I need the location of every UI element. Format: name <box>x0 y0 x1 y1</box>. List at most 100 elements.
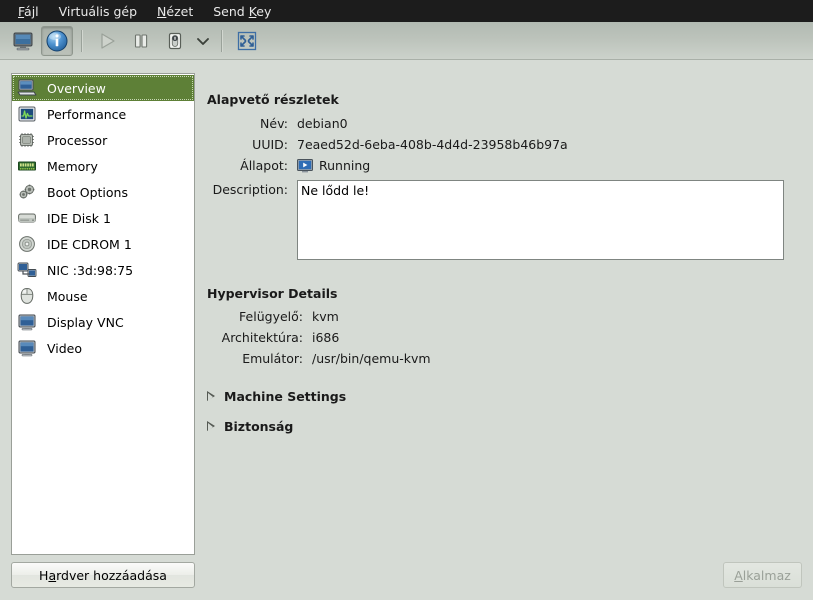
sidebar-item-label: Video <box>47 340 83 356</box>
description-input[interactable] <box>297 180 784 260</box>
state-value-container: Running <box>297 158 370 173</box>
harddisk-icon <box>16 208 38 228</box>
expander-biztonsag[interactable]: Biztonság <box>207 419 813 434</box>
show-console-button[interactable] <box>7 26 39 56</box>
main-content: Overview Performance Processor Memory Bo… <box>0 61 813 600</box>
chevron-right-icon <box>207 421 215 432</box>
emulator-row: Emulátor: /usr/bin/qemu-kvm <box>207 351 813 366</box>
menu-item-view[interactable]: Nézet <box>147 2 203 21</box>
expander-label: Machine Settings <box>224 389 347 404</box>
sidebar-item-nic[interactable]: NIC :3d:98:75 <box>12 257 194 283</box>
sidebar-item-label: Performance <box>47 106 127 122</box>
chevron-right-icon <box>207 391 215 402</box>
uuid-row: UUID: 7eaed52d-6eba-408b-4d4d-23958b46b9… <box>207 137 813 152</box>
name-label: Név: <box>260 116 288 131</box>
apply-label-mnemonic: A <box>734 567 743 583</box>
sidebar-item-memory[interactable]: Memory <box>12 153 194 179</box>
sidebar-item-performance[interactable]: Performance <box>12 101 194 127</box>
sidebar-item-label: Display VNC <box>47 314 124 330</box>
architecture-row: Architektúra: i686 <box>207 330 813 345</box>
menu-label-pre: Send <box>213 3 249 19</box>
hardware-list: Overview Performance Processor Memory Bo… <box>12 74 194 361</box>
menu-label-mnemonic: N <box>157 3 167 19</box>
mouse-icon <box>16 286 38 306</box>
menu-item-virtual-machine[interactable]: Virtuális gép <box>49 2 147 21</box>
sidebar-item-label: IDE Disk 1 <box>47 210 111 226</box>
state-label: Állapot: <box>240 158 288 173</box>
computer-icon <box>16 78 38 98</box>
power-switch-icon <box>168 32 182 49</box>
expander-label: Biztonság <box>224 419 294 434</box>
shutdown-button[interactable] <box>159 26 191 56</box>
emulator-value: /usr/bin/qemu-kvm <box>312 351 431 366</box>
expander-machine-settings[interactable]: Machine Settings <box>207 389 813 404</box>
sidebar-item-label: Boot Options <box>47 184 128 200</box>
sidebar-item-display-vnc[interactable]: Display VNC <box>12 309 194 335</box>
sidebar-item-ide-disk-1[interactable]: IDE Disk 1 <box>12 205 194 231</box>
network-icon <box>16 260 38 280</box>
menu-item-send-key[interactable]: Send Key <box>203 2 281 21</box>
sidebar-item-mouse[interactable]: Mouse <box>12 283 194 309</box>
hypervisor-value: kvm <box>312 309 339 324</box>
state-row: Állapot: Running <box>207 158 813 173</box>
name-row: Név: debian0 <box>207 116 813 131</box>
info-icon <box>46 30 68 51</box>
shutdown-menu-button[interactable] <box>192 26 214 56</box>
add-hardware-label-mnemonic: a <box>48 567 57 583</box>
sidebar-item-label: Mouse <box>47 288 88 304</box>
sidebar-item-label: Overview <box>47 80 106 96</box>
toolbar-separator-1 <box>81 29 83 52</box>
sidebar-item-label: Memory <box>47 158 98 174</box>
gears-icon <box>16 182 38 202</box>
sidebar-item-label: IDE CDROM 1 <box>47 236 132 252</box>
chevron-down-icon <box>197 37 209 45</box>
show-details-button[interactable] <box>41 25 73 56</box>
performance-graph-icon <box>16 104 38 124</box>
menu-label-post: ey <box>256 3 272 19</box>
toolbar-separator-2 <box>221 29 223 52</box>
hypervisor-label: Felügyelő: <box>239 309 303 324</box>
sidebar-item-video[interactable]: Video <box>12 335 194 361</box>
add-hardware-button[interactable]: Ha rdver hozzáadása <box>11 562 195 588</box>
apply-button[interactable]: Alkalmaz <box>723 562 802 588</box>
menu-label-post: ézet <box>166 3 194 19</box>
menu-label-pre: Virtuális gép <box>58 3 138 19</box>
play-icon <box>101 32 115 49</box>
running-monitor-icon <box>297 158 313 173</box>
apply-label-post: lkalmaz <box>742 567 791 583</box>
display-icon <box>16 312 38 332</box>
sidebar-item-overview[interactable]: Overview <box>12 75 194 101</box>
toolbar <box>0 22 813 60</box>
sidebar-item-processor[interactable]: Processor <box>12 127 194 153</box>
architecture-label: Architektúra: <box>221 330 303 345</box>
fullscreen-button[interactable] <box>231 26 263 56</box>
uuid-label: UUID: <box>252 137 288 152</box>
sidebar-item-ide-cdrom-1[interactable]: IDE CDROM 1 <box>12 231 194 257</box>
sidebar-item-label: NIC :3d:98:75 <box>47 262 134 278</box>
menubar: Fájl Virtuális gép Nézet Send Key <box>0 0 813 22</box>
menu-item-file[interactable]: Fájl <box>8 2 49 21</box>
uuid-value: 7eaed52d-6eba-408b-4d4d-23958b46b97a <box>297 137 568 152</box>
emulator-label: Emulátor: <box>242 351 303 366</box>
hypervisor-details-title: Hypervisor Details <box>207 286 338 301</box>
details-panel: Alapvető részletek Név: debian0 UUID: 7e… <box>207 61 813 600</box>
hardware-list-panel[interactable]: Overview Performance Processor Memory Bo… <box>11 73 195 555</box>
cpu-chip-icon <box>16 130 38 150</box>
video-icon <box>16 338 38 358</box>
sidebar-item-label: Processor <box>47 132 108 148</box>
menu-label-post: ájl <box>24 3 39 19</box>
monitor-icon <box>13 32 33 50</box>
hypervisor-details-section: Hypervisor Details Felügyelő: kvm Archit… <box>207 286 813 366</box>
add-hardware-label-pre: H <box>39 567 49 583</box>
sidebar-item-boot-options[interactable]: Boot Options <box>12 179 194 205</box>
run-button[interactable] <box>91 26 123 56</box>
pause-button[interactable] <box>125 26 157 56</box>
basic-details-title: Alapvető részletek <box>207 92 339 107</box>
add-hardware-label-post: rdver hozzáadása <box>56 567 167 583</box>
hypervisor-row: Felügyelő: kvm <box>207 309 813 324</box>
memory-stick-icon <box>16 156 38 176</box>
description-label: Description: <box>212 182 288 197</box>
state-value-text: Running <box>319 158 371 173</box>
description-row: Description: <box>207 180 813 260</box>
pause-icon <box>134 33 148 48</box>
